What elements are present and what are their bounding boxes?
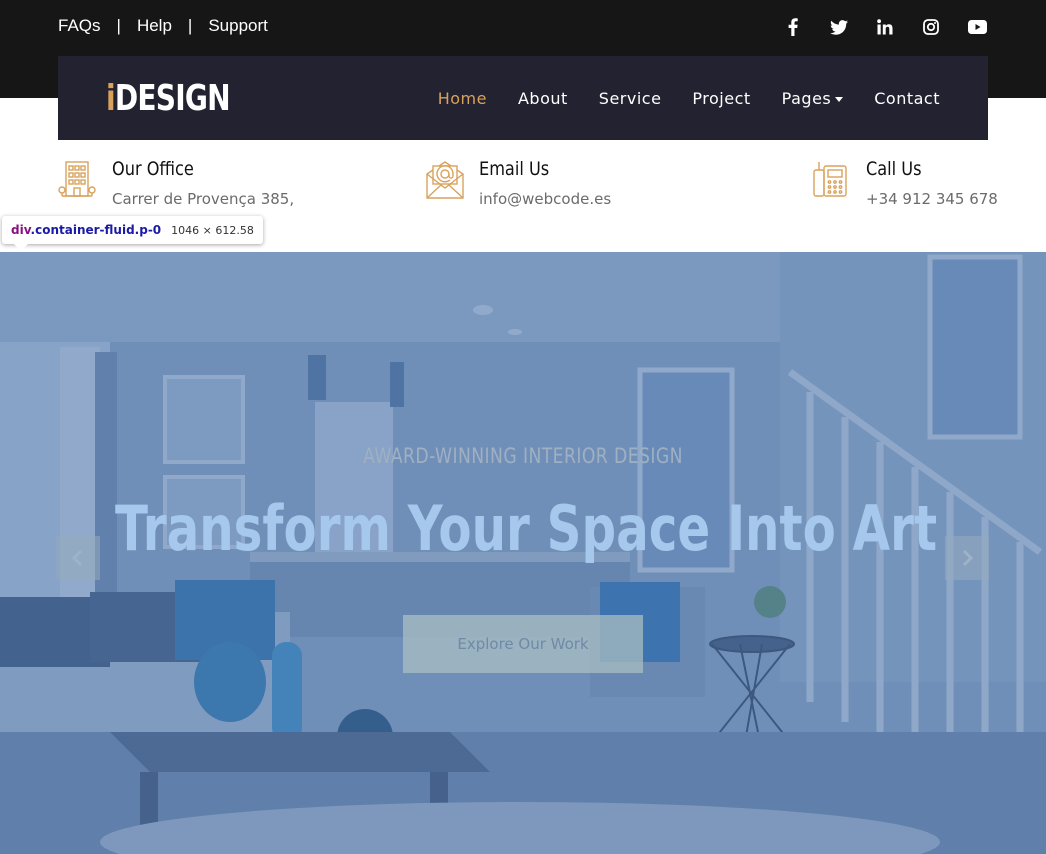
social-links: [782, 17, 988, 37]
tooltip-arrow: [14, 244, 28, 251]
nav-item-contact[interactable]: Contact: [874, 89, 940, 108]
hero-subtitle: AWARD-WINNING INTERIOR DESIGN: [363, 444, 683, 468]
chevron-left-icon: [71, 549, 83, 567]
nav-item-project[interactable]: Project: [692, 89, 750, 108]
email-info: Email Us info@webcode.es: [425, 158, 611, 208]
call-title: Call Us: [866, 158, 922, 180]
office-title: Our Office: [112, 158, 194, 180]
nav-item-about[interactable]: About: [518, 89, 568, 108]
email-address[interactable]: info@webcode.es: [479, 190, 611, 208]
caret-down-icon: [835, 96, 844, 102]
office-address: Carrer de Provença 385,: [112, 190, 295, 208]
linkedin-icon[interactable]: [874, 17, 896, 37]
top-links: FAQs | Help | Support: [58, 16, 268, 36]
nav-menu: Home About Service Project Pages Contact: [438, 56, 940, 140]
nav-item-pages[interactable]: Pages: [782, 89, 844, 108]
nav-item-service[interactable]: Service: [599, 89, 662, 108]
devtools-inspector-tooltip: div.container-fluid.p-0 1046 × 612.58: [2, 216, 263, 244]
link-separator: |: [187, 16, 193, 35]
twitter-icon[interactable]: [828, 17, 850, 37]
carousel-prev-button[interactable]: [56, 536, 100, 580]
nav-item-home[interactable]: Home: [438, 89, 487, 108]
hero-title: Transform Your Space Into Art: [115, 492, 938, 565]
link-separator: |: [116, 16, 121, 35]
building-icon: [58, 158, 98, 202]
site-logo[interactable]: iDESIGN: [106, 78, 231, 119]
envelope-icon: [425, 158, 465, 202]
office-info: Our Office Carrer de Provença 385,: [58, 158, 294, 208]
hero-carousel: AWARD-WINNING INTERIOR DESIGN Transform …: [0, 252, 1046, 854]
explore-work-button[interactable]: Explore Our Work: [403, 615, 643, 673]
call-info: Call Us +34 912 345 678: [812, 158, 998, 208]
help-link[interactable]: Help: [137, 16, 172, 36]
youtube-icon[interactable]: [966, 17, 988, 37]
phone-number[interactable]: +34 912 345 678: [866, 190, 998, 208]
faqs-link[interactable]: FAQs: [58, 16, 101, 36]
main-navbar: iDESIGN Home About Service Project Pages…: [58, 56, 988, 140]
facebook-icon[interactable]: [782, 17, 804, 37]
email-title: Email Us: [479, 158, 550, 180]
support-link[interactable]: Support: [208, 16, 268, 36]
carousel-next-button[interactable]: [945, 536, 989, 580]
chevron-right-icon: [962, 549, 974, 567]
instagram-icon[interactable]: [920, 17, 942, 37]
phone-icon: [812, 158, 852, 202]
